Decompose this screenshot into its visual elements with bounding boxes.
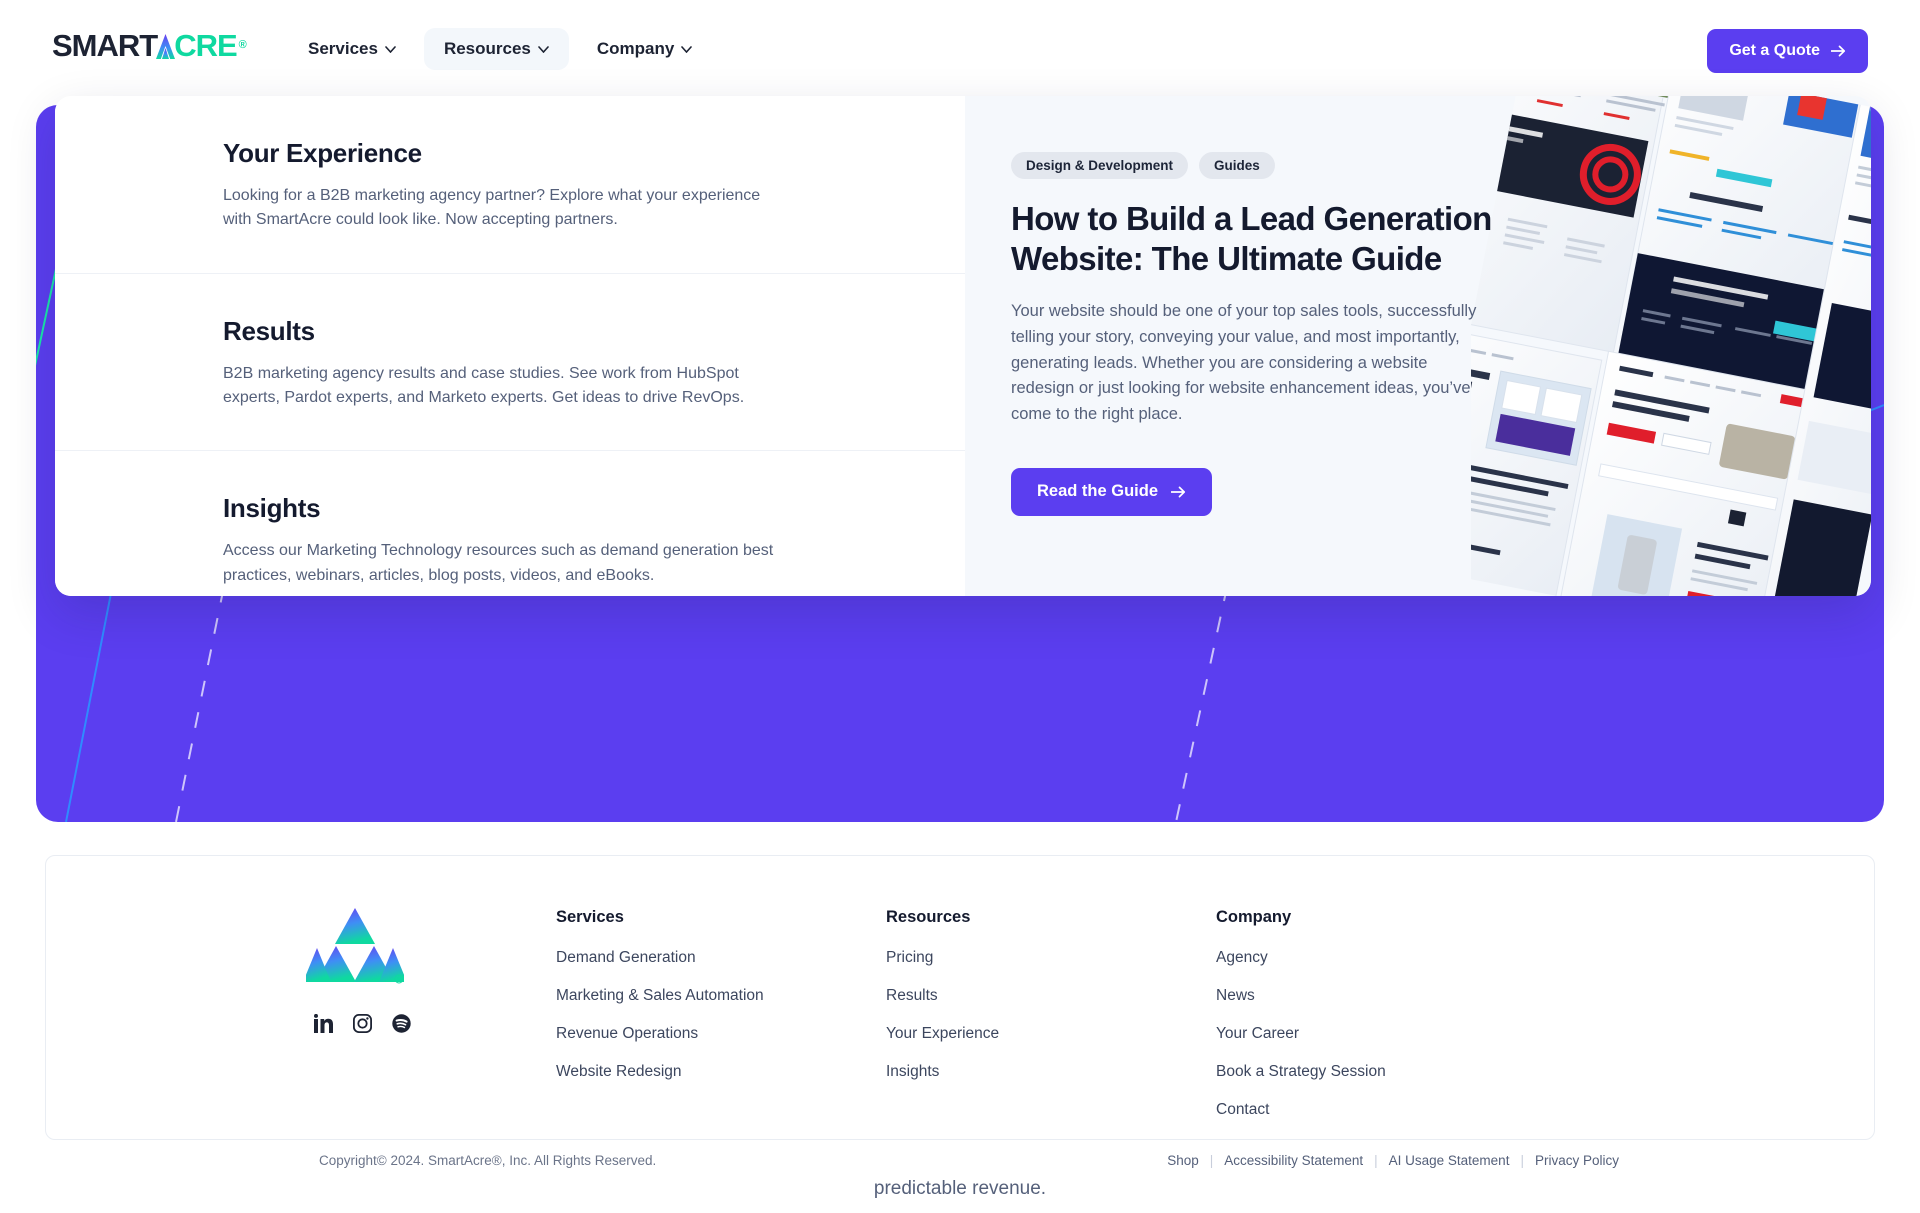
nav-label-services: Services bbox=[308, 39, 378, 58]
page-cut-text: predictable revenue. bbox=[873, 1178, 1047, 1199]
legal-link-shop[interactable]: Shop bbox=[1156, 1153, 1210, 1168]
legal-links: Shop | Accessibility Statement | AI Usag… bbox=[1156, 1153, 1630, 1168]
read-the-guide-label: Read the Guide bbox=[1037, 482, 1159, 501]
footer-link-website-redesign[interactable]: Website Redesign bbox=[556, 1063, 886, 1081]
nav-item-company[interactable]: Company bbox=[577, 28, 712, 70]
mega-menu-item-insights[interactable]: Insights Access our Marketing Technology… bbox=[55, 451, 965, 596]
copyright-text: Copyright© 2024. SmartAcre®, Inc. All Ri… bbox=[319, 1152, 657, 1168]
footer-link-contact[interactable]: Contact bbox=[1216, 1101, 1546, 1119]
footer-column-resources: Resources Pricing Results Your Experienc… bbox=[886, 908, 1216, 1139]
spotify-icon[interactable] bbox=[392, 1014, 411, 1033]
footer-social-links bbox=[306, 1014, 556, 1033]
footer-column-heading: Services bbox=[556, 908, 624, 926]
linkedin-icon[interactable] bbox=[314, 1014, 333, 1033]
footer-bottom-bar: Copyright© 2024. SmartAcre®, Inc. All Ri… bbox=[45, 1145, 1875, 1175]
featured-article-content: Design & Development Guides How to Build… bbox=[965, 96, 1495, 516]
footer-column-services: Services Demand Generation Marketing & S… bbox=[556, 908, 886, 1139]
instagram-icon[interactable] bbox=[353, 1014, 372, 1033]
logo-text-part2: CRE bbox=[174, 28, 237, 63]
site-footer: R Services Demand Generation Marketing &… bbox=[45, 855, 1875, 1140]
footer-link-results[interactable]: Results bbox=[886, 987, 1216, 1005]
legal-link-accessibility-statement[interactable]: Accessibility Statement bbox=[1213, 1153, 1374, 1168]
featured-article-panel: Design & Development Guides How to Build… bbox=[965, 96, 1871, 596]
arrow-right-icon bbox=[1171, 486, 1186, 498]
resources-mega-menu: Your Experience Looking for a B2B market… bbox=[55, 96, 1871, 596]
svg-text:R: R bbox=[397, 978, 401, 984]
get-a-quote-label: Get a Quote bbox=[1729, 42, 1820, 59]
chevron-down-icon bbox=[681, 45, 693, 53]
footer-link-book-a-strategy-session[interactable]: Book a Strategy Session bbox=[1216, 1063, 1546, 1081]
footer-brand: R bbox=[306, 908, 556, 1139]
nav-item-services[interactable]: Services bbox=[288, 28, 416, 70]
site-header: SMART CRE ® Services Resources Company G… bbox=[0, 0, 1920, 102]
logo-registered-mark: ® bbox=[238, 39, 247, 51]
chevron-down-icon bbox=[385, 45, 396, 53]
read-the-guide-button[interactable]: Read the Guide bbox=[1011, 467, 1213, 516]
logo-text: SMART CRE ® bbox=[52, 28, 247, 63]
mega-section-description: Looking for a B2B marketing agency partn… bbox=[223, 187, 761, 229]
mega-section-title: Results bbox=[223, 315, 315, 346]
logo[interactable]: SMART CRE ® bbox=[52, 28, 247, 63]
nav-item-resources[interactable]: Resources bbox=[423, 28, 569, 70]
mega-section-description: B2B marketing agency results and case st… bbox=[223, 364, 745, 406]
main-nav: Services Resources Company bbox=[288, 28, 712, 70]
footer-column-heading: Company bbox=[1216, 908, 1292, 926]
mega-section-title: Your Experience bbox=[223, 138, 422, 168]
footer-link-agency[interactable]: Agency bbox=[1216, 949, 1546, 967]
chevron-down-icon bbox=[538, 45, 549, 53]
tag-design-and-development[interactable]: Design & Development bbox=[1011, 152, 1189, 179]
featured-article-tags: Design & Development Guides bbox=[1011, 152, 1495, 179]
nav-label-company: Company bbox=[596, 39, 675, 58]
tag-guides[interactable]: Guides bbox=[1199, 152, 1275, 179]
page-root: SMART CRE ® Services Resources Company G… bbox=[0, 0, 1920, 1213]
nav-label-resources: Resources bbox=[443, 39, 531, 58]
footer-logo-icon[interactable]: R bbox=[306, 908, 404, 986]
footer-link-your-experience[interactable]: Your Experience bbox=[886, 1025, 1216, 1043]
featured-article-thumbnail bbox=[1471, 96, 1871, 596]
footer-link-demand-generation[interactable]: Demand Generation bbox=[556, 949, 886, 967]
logo-text-part1: SMART bbox=[52, 28, 158, 63]
mega-section-description: Access our Marketing Technology resource… bbox=[223, 542, 774, 584]
footer-link-your-career[interactable]: Your Career bbox=[1216, 1025, 1546, 1043]
footer-link-news[interactable]: News bbox=[1216, 987, 1546, 1005]
arrow-right-icon bbox=[1831, 45, 1846, 57]
footer-link-revenue-operations[interactable]: Revenue Operations bbox=[556, 1025, 886, 1043]
footer-column-company: Company Agency News Your Career Book a S… bbox=[1216, 908, 1546, 1139]
footer-column-heading: Resources bbox=[886, 908, 971, 926]
mega-menu-sections: Your Experience Looking for a B2B market… bbox=[55, 96, 965, 596]
legal-link-privacy-policy[interactable]: Privacy Policy bbox=[1524, 1153, 1630, 1168]
footer-link-pricing[interactable]: Pricing bbox=[886, 949, 1216, 967]
get-a-quote-button[interactable]: Get a Quote bbox=[1707, 29, 1868, 73]
logo-triangle-icon bbox=[156, 34, 176, 59]
featured-article-description: Your website should be one of your top s… bbox=[1011, 302, 1477, 424]
mega-section-title: Insights bbox=[223, 493, 321, 524]
featured-article-title: How to Build a Lead Generation Website: … bbox=[1011, 200, 1492, 277]
mega-menu-item-results[interactable]: Results B2B marketing agency results and… bbox=[55, 274, 965, 452]
mega-menu-item-your-experience[interactable]: Your Experience Looking for a B2B market… bbox=[55, 96, 965, 274]
footer-link-insights[interactable]: Insights bbox=[886, 1063, 1216, 1081]
legal-link-ai-usage-statement[interactable]: AI Usage Statement bbox=[1378, 1153, 1521, 1168]
footer-link-marketing-sales-automation[interactable]: Marketing & Sales Automation bbox=[556, 987, 886, 1005]
